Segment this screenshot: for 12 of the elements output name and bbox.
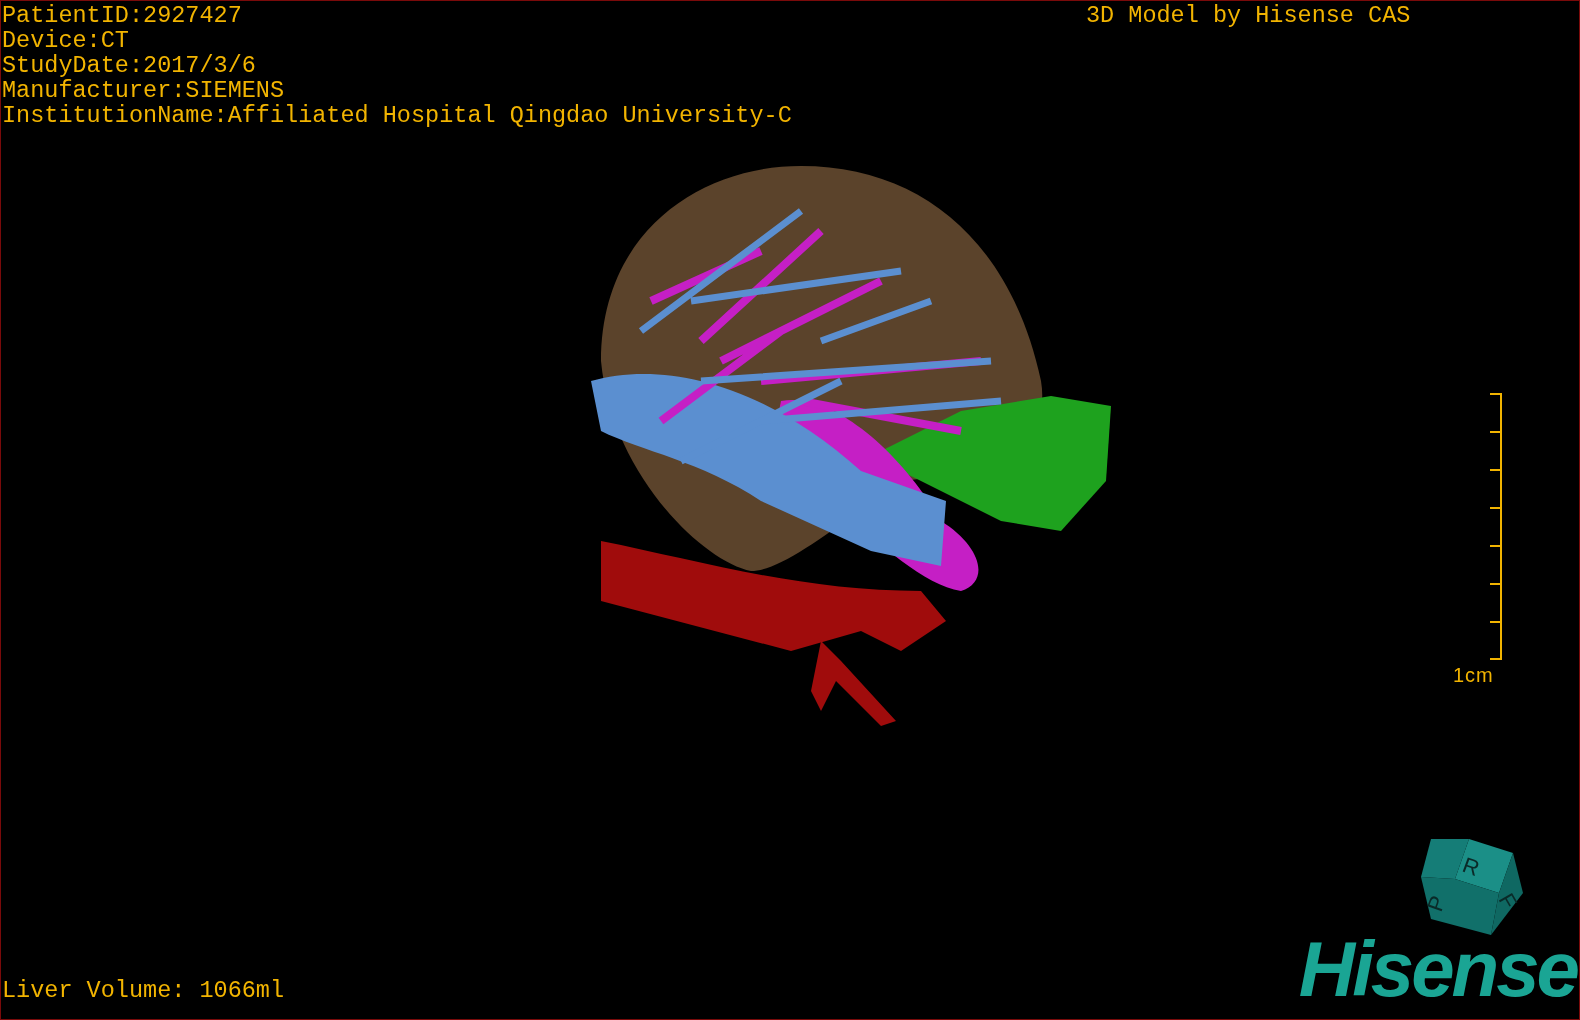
cube-face-label: F (1493, 889, 1523, 914)
scale-label: 1cm (1453, 663, 1494, 688)
viewer-title: 3D Model by Hisense CAS (1086, 3, 1411, 28)
info-line: InstitutionName:Affiliated Hospital Qingdao University-C (2, 103, 792, 128)
cube-face-label: R (1459, 852, 1483, 882)
info-line: PatientID:2927427 (2, 3, 243, 28)
info-line: Device:CT (2, 28, 130, 53)
cube-face-label: P (1422, 892, 1451, 915)
info-line: StudyDate:2017/3/6 (2, 53, 257, 78)
liver-volume-text: Liver Volume: 1066ml (2, 978, 285, 1003)
info-line: Manufacturer:SIEMENS (2, 78, 286, 103)
brand-logo: Hisense (1298, 929, 1577, 1009)
